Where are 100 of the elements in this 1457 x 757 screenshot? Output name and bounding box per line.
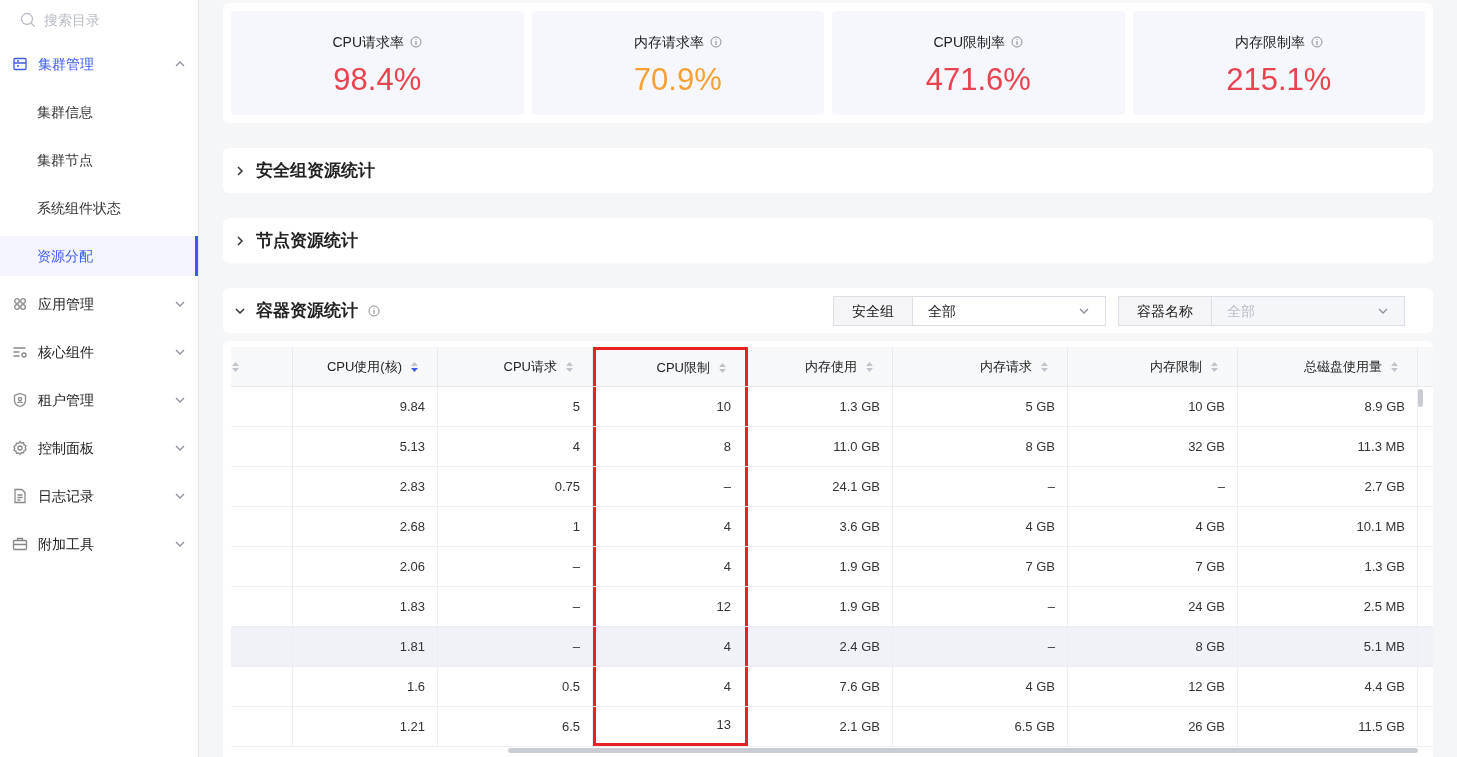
stat-label: CPU请求率 bbox=[332, 32, 405, 52]
stat-label: 内存请求率 bbox=[633, 32, 704, 52]
chevron-right-icon bbox=[234, 234, 246, 247]
table-row[interactable]: 1.6 0.5 4 7.6 GB 4 GB 12 GB 4.4 GB bbox=[231, 667, 1433, 707]
info-icon[interactable] bbox=[1310, 35, 1323, 48]
table-cell-text: 13 bbox=[716, 716, 731, 735]
column-header[interactable]: 内存使用 bbox=[748, 347, 893, 386]
table-cell-text: 4 bbox=[572, 437, 580, 456]
table-cell-text: 4 GB bbox=[1025, 677, 1055, 696]
table-cell-text: 2.68 bbox=[399, 517, 425, 536]
filter-label: 容器名称 bbox=[1118, 295, 1212, 326]
menu-group[interactable]: 租户管理 bbox=[0, 376, 198, 424]
table-cell-text: 9.84 bbox=[399, 397, 425, 416]
table-cell-text: 7.6 GB bbox=[839, 677, 880, 696]
table-cell-text: 7 GB bbox=[1025, 557, 1055, 576]
table-cell-text: 8.9 GB bbox=[1364, 397, 1405, 416]
table-cell-text: – bbox=[572, 557, 580, 576]
table-cell-text: 24 GB bbox=[1188, 597, 1225, 616]
table-cell-text: 12 GB bbox=[1188, 677, 1225, 696]
table-row[interactable]: 2.68 1 4 3.6 GB 4 GB 4 GB 10.1 MB bbox=[231, 507, 1433, 547]
sort-icon[interactable] bbox=[410, 360, 419, 373]
table-row[interactable]: 9.84 5 10 1.3 GB 5 GB 10 GB 8.9 GB bbox=[231, 387, 1433, 427]
menu-item[interactable]: 集群信息 bbox=[0, 92, 198, 132]
menu-group[interactable]: 核心组件 bbox=[0, 328, 198, 376]
table-cell-text: 8 GB bbox=[1195, 637, 1225, 656]
table-cell-text: 8 bbox=[723, 437, 731, 456]
table-cell-text: 2.5 MB bbox=[1363, 597, 1405, 616]
grid-icon bbox=[12, 296, 28, 312]
chevron-right-icon bbox=[234, 164, 246, 177]
menu-item[interactable]: 资源分配 bbox=[0, 236, 198, 276]
column-header[interactable]: 内存请求 bbox=[893, 347, 1068, 386]
info-icon[interactable] bbox=[1011, 35, 1024, 48]
table-row[interactable]: 1.83 – 12 1.9 GB – 24 GB 2.5 MB bbox=[231, 587, 1433, 627]
table-cell-text: 11.0 GB bbox=[833, 437, 880, 456]
table-cell-text: – bbox=[1217, 477, 1225, 496]
table-cell-text: 1.21 bbox=[399, 717, 425, 736]
section-header[interactable]: 安全组资源统计 bbox=[223, 148, 1433, 193]
section-title: 容器资源统计 bbox=[256, 299, 358, 322]
column-header[interactable]: CPU使用(核) bbox=[293, 347, 438, 386]
column-header[interactable]: CPU请求 bbox=[438, 347, 593, 386]
table-cell-text: 11.3 MB bbox=[1357, 437, 1405, 456]
menu-group[interactable]: 附加工具 bbox=[0, 520, 198, 568]
table-cell-text: 6.5 bbox=[561, 717, 580, 736]
info-icon[interactable] bbox=[709, 35, 722, 48]
table-cell-text: – bbox=[572, 597, 580, 616]
menu-item[interactable]: 系统组件状态 bbox=[0, 188, 198, 228]
menu-item[interactable]: 集群节点 bbox=[0, 140, 198, 180]
table-cell-text: 4 bbox=[723, 517, 731, 536]
table-cell-text: 5 GB bbox=[1025, 397, 1055, 416]
stat-value: 70.9% bbox=[633, 63, 722, 95]
table-cell-text: 0.5 bbox=[561, 677, 580, 696]
filter-select[interactable]: 全部 bbox=[913, 295, 1106, 326]
menu-group[interactable]: 日志记录 bbox=[0, 472, 198, 520]
table-cell-text: – bbox=[1047, 597, 1055, 616]
info-icon[interactable] bbox=[410, 35, 423, 48]
stat-value: 98.4% bbox=[333, 63, 422, 95]
table-cell-text: 2.4 GB bbox=[839, 637, 880, 656]
table-row[interactable]: 1.81 – 4 2.4 GB – 8 GB 5.1 MB bbox=[231, 627, 1433, 667]
table-cell-text: 24.1 GB bbox=[832, 477, 880, 496]
table-cell-text: 5.1 MB bbox=[1363, 637, 1405, 656]
document-icon bbox=[12, 488, 28, 504]
table-cell-text: 12 bbox=[716, 597, 731, 616]
server-icon bbox=[12, 56, 28, 72]
info-icon[interactable] bbox=[368, 304, 380, 317]
table-cell-text: 1.6 bbox=[406, 677, 425, 696]
stat-value: 215.1% bbox=[1226, 63, 1332, 95]
table-cell-text: – bbox=[572, 637, 580, 656]
table-row[interactable]: 5.13 4 8 11.0 GB 8 GB 32 GB 11.3 MB bbox=[231, 427, 1433, 467]
table-cell-text: 4 bbox=[723, 557, 731, 576]
table-cell-text: 4 GB bbox=[1025, 517, 1055, 536]
table-cell-text: – bbox=[723, 477, 731, 496]
table-cell-text: 2.7 GB bbox=[1364, 477, 1405, 496]
horizontal-scrollbar[interactable] bbox=[508, 748, 1418, 753]
section-header[interactable]: 节点资源统计 bbox=[223, 218, 1433, 263]
table-cell-text: 2.83 bbox=[399, 477, 425, 496]
table-cell-text: 1.83 bbox=[399, 597, 425, 616]
column-header[interactable]: 总磁盘使用量 bbox=[1238, 347, 1418, 386]
table-cell-text: 2.06 bbox=[399, 557, 425, 576]
table-row[interactable]: 2.06 – 4 1.9 GB 7 GB 7 GB 1.3 GB bbox=[231, 547, 1433, 587]
table-cell-text: 32 GB bbox=[1188, 437, 1225, 456]
menu-group[interactable]: 控制面板 bbox=[0, 424, 198, 472]
search-icon bbox=[20, 12, 36, 28]
table-cell-text: 5 bbox=[572, 397, 580, 416]
table-cell-text: 10 GB bbox=[1188, 397, 1225, 416]
table-cell-text: 6.5 GB bbox=[1014, 717, 1055, 736]
column-header[interactable]: 内存限制 bbox=[1068, 347, 1238, 386]
vertical-scrollbar[interactable] bbox=[1418, 389, 1423, 407]
table-cell-text: 5.13 bbox=[399, 437, 425, 456]
table-cell-text: 10 bbox=[716, 397, 731, 416]
toolbox-icon bbox=[12, 536, 28, 552]
table-row[interactable]: 1.21 6.5 13 2.1 GB 6.5 GB 26 GB 11.5 GB bbox=[231, 707, 1433, 747]
table-row[interactable]: 2.83 0.75 – 24.1 GB – – 2.7 GB bbox=[231, 467, 1433, 507]
table-cell-text: 11.5 GB bbox=[1358, 717, 1405, 736]
search-field[interactable]: 搜索目录 bbox=[44, 10, 184, 30]
table-cell-text: 4.4 GB bbox=[1364, 677, 1405, 696]
menu-group[interactable]: 应用管理 bbox=[0, 280, 198, 328]
menu-group[interactable]: 集群管理 bbox=[0, 40, 198, 88]
table-cell-text: 3.6 GB bbox=[839, 517, 880, 536]
table-cell-text: 0.75 bbox=[554, 477, 580, 496]
table-cell-text: 1.9 GB bbox=[839, 597, 880, 616]
